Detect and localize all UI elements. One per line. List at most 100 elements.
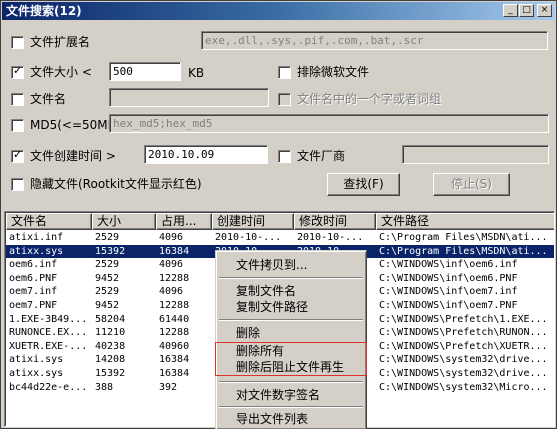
table-cell: 12288	[159, 299, 190, 311]
table-cell: 16384	[159, 245, 190, 257]
table-cell: 1.EXE-3B49...	[9, 313, 88, 325]
ext-checkbox[interactable]	[11, 36, 24, 49]
check-icon: ✓	[13, 64, 23, 77]
table-cell: 15392	[95, 367, 126, 379]
table-cell: 392	[159, 381, 178, 393]
table-cell: 15392	[95, 245, 126, 257]
menu-copy-to[interactable]: 文件拷贝到...	[236, 258, 307, 272]
table-cell: C:\WINDOWS\Prefetch\1.EXE...	[379, 313, 548, 325]
table-cell: C:\WINDOWS\inf\oem7.PNF	[379, 299, 518, 311]
stop-button[interactable]: 停止(S)	[433, 173, 510, 196]
name-label: 文件名	[30, 92, 67, 106]
title-bar[interactable]: 文件搜索(12)	[2, 2, 555, 20]
name-field[interactable]	[109, 88, 269, 107]
table-cell: 61440	[159, 313, 190, 325]
col-filename[interactable]: 文件名	[6, 213, 92, 230]
table-cell: atixx.sys	[9, 245, 64, 257]
name-part-label: 文件名中的一个字或者词组	[297, 92, 442, 106]
table-cell: 40238	[95, 340, 126, 352]
col-path[interactable]: 文件路径	[376, 213, 554, 230]
size-label: 文件大小 <	[30, 65, 92, 79]
menu-copy-path[interactable]: 复制文件路径	[236, 300, 308, 314]
col-size[interactable]: 大小	[92, 213, 156, 230]
context-menu: 文件拷贝到... 复制文件名 复制文件路径 删除 删除所有 删除后阻止文件再生 …	[215, 250, 367, 429]
table-cell: 11210	[95, 327, 126, 339]
maximize-button[interactable]: □	[519, 4, 534, 17]
ext-label: 文件扩展名	[30, 35, 91, 49]
menu-export[interactable]: 导出文件列表	[236, 412, 308, 426]
table-cell: 2529	[95, 232, 120, 243]
table-cell: 4096	[159, 259, 184, 271]
menu-copy-name[interactable]: 复制文件名	[236, 284, 296, 298]
table-cell: atixi.inf	[9, 232, 64, 243]
table-cell: bc44d22e-e...	[9, 381, 88, 393]
highlight-box	[215, 342, 367, 376]
table-cell: 9452	[95, 299, 120, 311]
minimize-button[interactable]: _	[503, 4, 518, 17]
exclude-ms-checkbox[interactable]	[278, 66, 291, 79]
table-cell: C:\WINDOWS\Prefetch\RUNON...	[379, 327, 548, 339]
table-cell: 2010-10-...	[215, 232, 282, 243]
table-cell: RUNONCE.EX...	[9, 327, 88, 339]
ctime-checkbox[interactable]: ✓	[11, 148, 24, 163]
col-modified[interactable]: 修改时间	[294, 213, 376, 230]
size-checkbox[interactable]: ✓	[11, 64, 24, 79]
table-cell: 14208	[95, 354, 126, 366]
col-used[interactable]: 占用...	[156, 213, 212, 230]
size-unit: KB	[188, 66, 205, 80]
table-cell: 388	[95, 381, 114, 393]
table-cell: oem6.PNF	[9, 272, 58, 284]
menu-separator	[219, 277, 363, 279]
table-cell: C:\WINDOWS\inf\oem6.inf	[379, 259, 518, 271]
window-title: 文件搜索(12)	[6, 4, 82, 18]
vendor-label: 文件厂商	[297, 149, 346, 163]
table-cell: 58204	[95, 313, 126, 325]
table-cell: C:\WINDOWS\system32\drive...	[379, 367, 548, 379]
table-cell: C:\WINDOWS\inf\oem7.inf	[379, 286, 518, 298]
table-cell: atixx.sys	[9, 367, 64, 379]
exclude-ms-label: 排除微软文件	[297, 65, 370, 79]
table-cell: atixi.sys	[9, 354, 64, 366]
menu-delete[interactable]: 删除	[236, 326, 260, 340]
table-cell: oem7.inf	[9, 286, 58, 298]
check-icon: ✓	[13, 148, 23, 161]
md5-field[interactable]: hex_md5;hex_md5	[109, 114, 549, 133]
close-button[interactable]: ×	[537, 4, 552, 17]
table-cell: 4096	[159, 286, 184, 298]
hidden-label: 隐藏文件(Rootkit文件显示红色)	[30, 177, 202, 191]
file-search-window: 文件搜索(12) _ □ × 文件扩展名 exe,.dll,.sys,.pif,…	[0, 0, 557, 429]
col-created[interactable]: 创建时间	[212, 213, 294, 230]
hidden-checkbox[interactable]	[11, 178, 24, 191]
table-cell: 2010-10-...	[297, 232, 364, 243]
table-row[interactable]: atixi.inf 2529 4096 2010-10-... 2010-10-... C…	[6, 231, 554, 245]
table-cell: C:\Program Files\MSDN\ati...	[379, 245, 548, 257]
table-cell: 4096	[159, 232, 184, 243]
vendor-checkbox[interactable]	[278, 150, 291, 163]
table-cell: C:\WINDOWS\Prefetch\XUETR...	[379, 340, 548, 352]
ctime-field[interactable]: 2010.10.09	[144, 145, 268, 164]
table-cell: 2529	[95, 259, 120, 271]
menu-separator	[219, 406, 363, 408]
list-header: 文件名 大小 占用... 创建时间 修改时间 文件路径	[6, 213, 554, 230]
ctime-label: 文件创建时间 >	[30, 149, 116, 163]
table-cell: 12288	[159, 327, 190, 339]
table-cell: 9452	[95, 272, 120, 284]
table-cell: C:\WINDOWS\system32\Micro...	[379, 381, 548, 393]
table-cell: C:\WINDOWS\system32\drive...	[379, 354, 548, 366]
table-cell: 40960	[159, 340, 190, 352]
ext-field[interactable]: exe,.dll,.sys,.pif,.com,.bat,.scr	[201, 31, 548, 50]
size-field[interactable]: 500	[109, 62, 181, 81]
find-button[interactable]: 查找(F)	[327, 173, 400, 196]
menu-sign[interactable]: 对文件数字签名	[236, 388, 320, 402]
table-cell: 16384	[159, 367, 190, 379]
table-cell: 16384	[159, 354, 190, 366]
menu-separator	[219, 381, 363, 383]
table-cell: oem6.inf	[9, 259, 58, 271]
name-checkbox[interactable]	[11, 93, 24, 106]
name-part-checkbox[interactable]	[278, 93, 291, 106]
table-cell: oem7.PNF	[9, 299, 58, 311]
md5-checkbox[interactable]	[11, 119, 24, 132]
table-cell: XUETR.EXE-...	[9, 340, 88, 352]
vendor-field[interactable]	[402, 145, 549, 164]
table-cell: 2529	[95, 286, 120, 298]
